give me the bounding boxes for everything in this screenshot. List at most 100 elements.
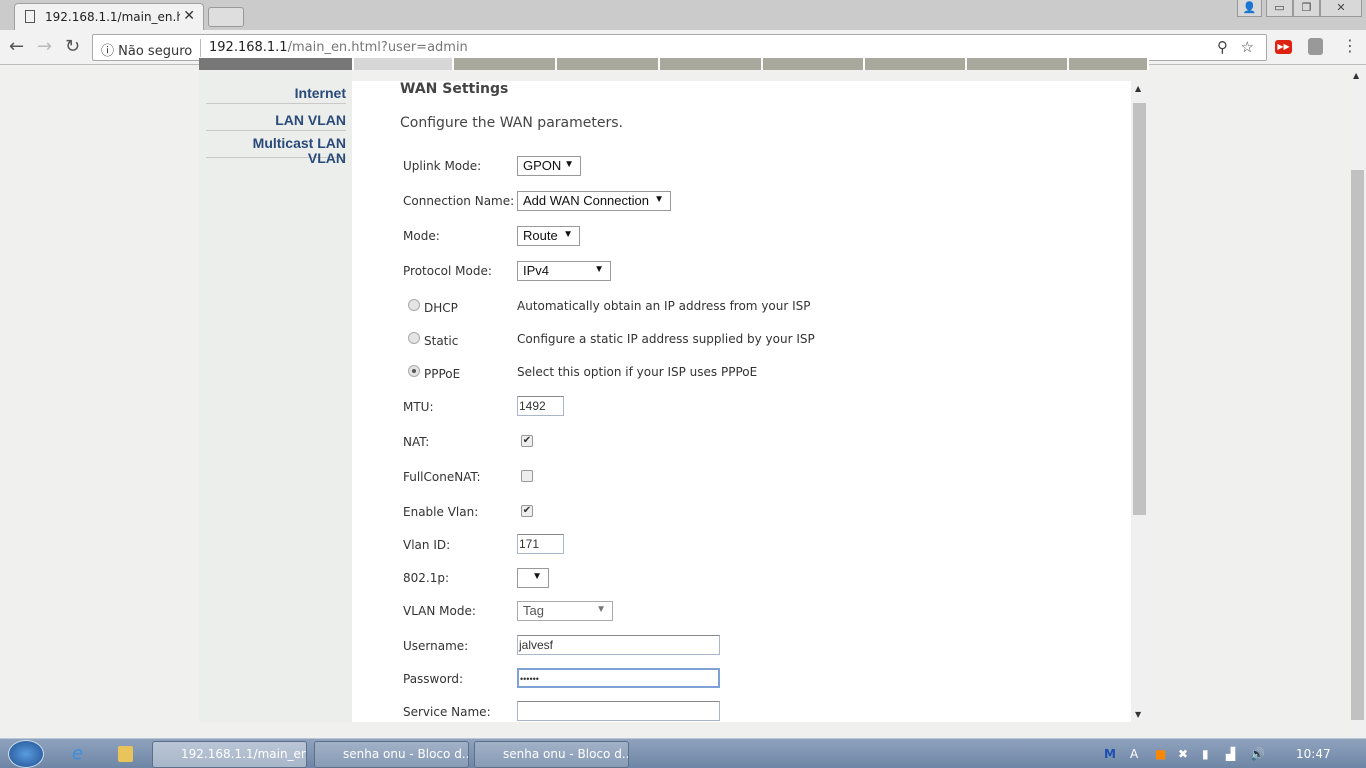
dhcp-label: DHCP [424, 301, 458, 315]
password-input[interactable]: •••••• [517, 668, 720, 688]
mtu-input[interactable]: 1492 [517, 396, 564, 416]
page-title: WAN Settings [400, 81, 509, 97]
page-scrollbar-thumb[interactable] [1351, 170, 1364, 720]
nav-tab[interactable] [354, 58, 454, 70]
volume-icon[interactable]: 🔊 [1250, 747, 1265, 761]
restore-button[interactable]: ❐ [1293, 0, 1320, 17]
nav-tab[interactable] [967, 58, 1069, 70]
menu-icon[interactable]: ⋮ [1342, 36, 1358, 55]
select-value: Add WAN Connection [523, 193, 649, 208]
vlan-mode-select[interactable]: Tag ▼ [517, 601, 613, 621]
nav-tab[interactable] [763, 58, 865, 70]
pppoe-label: PPPoE [424, 367, 461, 381]
url-host: 192.168.1.1 [209, 40, 288, 55]
dhcp-radio[interactable] [408, 299, 420, 311]
taskbar: e 192.168.1.1/main_en.... senha onu - Bl… [0, 738, 1366, 768]
taskbar-item-notepad[interactable]: senha onu - Bloco d... [474, 741, 629, 768]
browser-titlebar [0, 0, 1366, 30]
nav-tab[interactable] [199, 58, 354, 70]
address-bar[interactable]: ⓘ Não seguro 192.168.1.1/main_en.html?us… [92, 34, 1267, 61]
dropdown-arrow-icon: ▼ [532, 571, 542, 582]
url-path: /main_en.html?user=admin [287, 40, 468, 55]
taskbar-item-label: senha onu - Bloco d... [503, 747, 629, 761]
pppoe-radio[interactable] [408, 365, 420, 377]
minimize-button[interactable]: ▭ [1266, 0, 1293, 17]
static-radio[interactable] [408, 332, 420, 344]
sidebar-item-lan-vlan[interactable]: LAN VLAN [206, 113, 346, 131]
nav-tab[interactable] [454, 58, 557, 70]
vlan-id-input[interactable]: 171 [517, 534, 564, 554]
avast-icon[interactable]: ■ [1155, 747, 1166, 761]
dropdown-arrow-icon: ▼ [563, 229, 573, 240]
taskbar-item-label: 192.168.1.1/main_en.... [181, 747, 306, 761]
fullconenat-checkbox[interactable] [521, 470, 533, 482]
signal-icon[interactable]: ▟ [1226, 747, 1235, 761]
select-value: Tag [523, 603, 544, 618]
browser-tab[interactable]: 192.168.1.1/main_en.htm ✕ [14, 3, 204, 31]
sidebar: Internet LAN VLAN Multicast LAN VLAN [199, 70, 352, 722]
mode-label: Mode: [403, 229, 440, 243]
clock[interactable]: 10:47 [1296, 747, 1331, 761]
uplink-mode-label: Uplink Mode: [403, 159, 482, 173]
scroll-up-icon[interactable]: ▲ [1353, 71, 1359, 80]
service-name-label: Service Name: [403, 705, 491, 719]
select-value: IPv4 [523, 263, 550, 278]
profile-button[interactable]: 👤 [1237, 0, 1262, 17]
tray-app-icon[interactable]: A [1130, 747, 1138, 761]
new-tab-button[interactable] [208, 7, 244, 27]
page-icon [25, 10, 35, 23]
power-icon[interactable]: ▮ [1202, 747, 1209, 761]
taskbar-item-chrome[interactable]: 192.168.1.1/main_en.... [152, 741, 307, 768]
sidebar-item-multicast-lan-vlan[interactable]: Multicast LAN VLAN [206, 136, 346, 166]
tab-title: 192.168.1.1/main_en.htm [45, 10, 180, 24]
extension-icon[interactable] [1308, 38, 1323, 55]
close-tab-icon[interactable]: ✕ [183, 8, 195, 24]
username-label: Username: [403, 639, 469, 653]
nat-checkbox[interactable]: ✔ [521, 435, 533, 447]
forward-icon[interactable]: → [37, 36, 52, 57]
select-value: GPON [523, 158, 562, 173]
start-button[interactable] [8, 740, 44, 768]
top-nav-tabs [199, 58, 1149, 70]
8021p-select[interactable]: ▼ [517, 568, 549, 588]
extension-icon[interactable]: ▶▶ [1275, 40, 1292, 54]
connection-name-label: Connection Name: [403, 194, 515, 208]
wan-settings-panel: WAN Settings Configure the WAN parameter… [352, 81, 1131, 722]
malwarebytes-icon[interactable]: M [1104, 747, 1116, 761]
scroll-up-icon[interactable]: ▲ [1135, 84, 1141, 93]
protocol-mode-label: Protocol Mode: [403, 264, 492, 278]
mode-select[interactable]: Route ▼ [517, 226, 580, 246]
vlan-id-label: Vlan ID: [403, 538, 451, 552]
connection-name-select[interactable]: Add WAN Connection ▼ [517, 191, 671, 211]
sidebar-item-internet[interactable]: Internet [206, 86, 346, 104]
content-scrollbar-thumb[interactable] [1133, 103, 1146, 515]
nav-tab[interactable] [865, 58, 967, 70]
enable-vlan-label: Enable Vlan: [403, 505, 479, 519]
pppoe-description: Select this option if your ISP uses PPPo… [517, 365, 758, 379]
back-icon[interactable]: ← [9, 36, 24, 57]
password-label: Password: [403, 672, 464, 686]
security-label: Não seguro [118, 44, 193, 59]
file-explorer-icon[interactable] [118, 746, 133, 762]
dropdown-arrow-icon: ▼ [654, 194, 664, 205]
network-error-icon[interactable]: ✖ [1178, 747, 1188, 761]
nat-label: NAT: [403, 435, 430, 449]
scroll-down-icon[interactable]: ▼ [1135, 710, 1141, 719]
close-window-button[interactable]: ✕ [1320, 0, 1362, 17]
protocol-mode-select[interactable]: IPv4 ▼ [517, 261, 611, 281]
service-name-input[interactable] [517, 701, 720, 721]
taskbar-item-notepad[interactable]: senha onu - Bloco d... [314, 741, 469, 768]
nav-tab[interactable] [557, 58, 660, 70]
select-value: Route [523, 228, 558, 243]
enable-vlan-checkbox[interactable]: ✔ [521, 505, 533, 517]
8021p-label: 802.1p: [403, 571, 450, 585]
nav-tab[interactable] [660, 58, 763, 70]
nav-tab[interactable] [1069, 58, 1149, 70]
star-icon[interactable]: ☆ [1241, 38, 1254, 56]
reload-icon[interactable]: ↻ [65, 36, 80, 57]
uplink-mode-select[interactable]: GPON ▼ [517, 156, 581, 176]
dropdown-arrow-icon: ▼ [564, 159, 574, 170]
key-icon[interactable]: ⚲ [1217, 38, 1228, 56]
username-input[interactable]: jalvesf [517, 635, 720, 655]
internet-explorer-icon[interactable]: e [72, 743, 83, 764]
